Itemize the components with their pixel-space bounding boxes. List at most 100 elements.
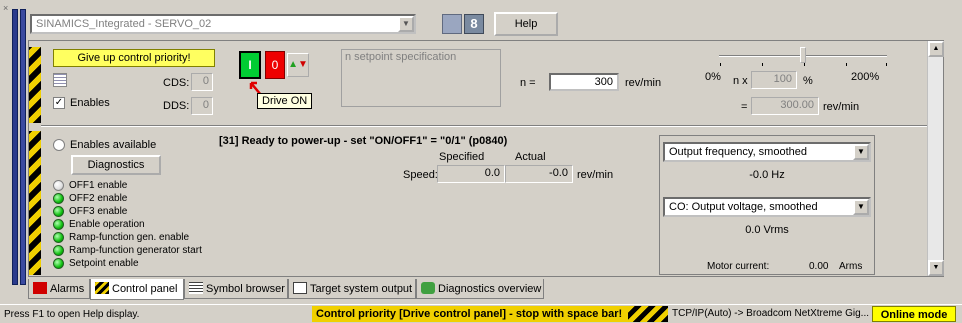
scroll-up-icon[interactable]: ▲ [928,41,944,57]
slider-max-label: 200% [851,71,880,83]
speed-unit: rev/min [577,169,614,181]
control-panel-icon [95,282,109,294]
chevron-down-icon[interactable]: ▼ [853,199,869,215]
enables-available-radio[interactable] [53,139,65,151]
tab-alarms[interactable]: Alarms [28,279,90,299]
enables-label: Enables [70,97,110,109]
slider-tick [846,63,847,66]
motor-current-value: 0.00 [809,261,829,272]
target-output-icon [293,282,307,294]
monitor-select-1[interactable]: Output frequency, smoothed ▼ [663,142,871,162]
led-icon [53,258,64,269]
drive-control-window: × SINAMICS_Integrated - SERVO_02 ▼ 8 Hel… [0,0,962,304]
control-priority-banner: Control priority [Drive control panel] -… [312,306,668,322]
online-mode-badge: Online mode [872,306,956,322]
dds-label: DDS: [163,100,190,112]
speed-slider-thumb[interactable] [800,47,806,63]
chevron-down-icon[interactable]: ▼ [398,16,414,32]
slider-tick [804,63,805,66]
nx-field: 100 [751,71,797,89]
scroll-down-icon[interactable]: ▼ [928,260,944,276]
led-icon [53,232,64,243]
close-icon[interactable]: × [3,3,8,13]
monitor-select-2-value: CO: Output voltage, smoothed [669,201,818,213]
led-icon [53,206,64,217]
enable-item-label: OFF1 enable [69,180,128,191]
equals-label: = [741,101,748,113]
monitor-select-1-value: Output frequency, smoothed [669,146,807,158]
chevron-down-icon[interactable]: ▼ [853,144,869,160]
tab-label: Control panel [112,283,178,295]
device-select[interactable]: SINAMICS_Integrated - SERVO_02 ▼ [30,14,416,34]
led-icon [53,219,64,230]
cds-field: 0 [191,73,213,91]
device-select-value: SINAMICS_Integrated - SERVO_02 [36,18,212,30]
rpm-unit: rev/min [823,101,860,113]
monitor-value-2: 0.0 Vrms [745,224,789,236]
tab-control-panel[interactable]: Control panel [90,279,184,300]
enable-item-label: OFF3 enable [69,206,128,217]
drive-status-line: [31] Ready to power-up - set "ON/OFF1" =… [219,135,508,147]
rpm-field: 300.00 [751,97,819,115]
connection-status: TCP/IP(Auto) -> Broadcom NetXtreme Gig..… [672,308,870,319]
motor-current-unit: Arms [839,261,863,272]
cds-label: CDS: [163,77,190,89]
window-side-bar-inner [20,9,26,285]
tab-label: Diagnostics overview [438,283,542,295]
tab-diagnostics-overview[interactable]: Diagnostics overview [416,279,544,299]
drive-on-tooltip: Drive ON [257,93,313,109]
status-help-text: Press F1 to open Help display. [4,309,140,320]
jog-down-icon: ▼ [298,59,308,70]
led-icon [53,193,64,204]
setpoint-spec-box: n setpoint specification [341,49,501,107]
enable-item-label: Ramp-function generator start [69,245,202,256]
vertical-scrollbar[interactable]: ▲ ▼ [927,41,944,276]
jog-up-icon: ▲ [288,59,298,70]
jog-button[interactable]: ▲▼ [287,53,309,77]
hazard-stripe-bottom [29,131,41,275]
enable-item-label: Enable operation [69,219,145,230]
drive-on-button[interactable]: I [239,51,261,79]
percent-unit: % [803,75,813,87]
hazard-stripe-top [29,47,41,123]
n-unit: rev/min [625,77,662,89]
divider [41,125,943,127]
monitor-value-1: -0.0 Hz [749,169,785,181]
parameter-icon[interactable]: 8 [464,14,484,34]
specified-header: Specified [439,151,485,163]
enables-available-label: Enables available [70,139,157,151]
grid-icon[interactable] [53,73,67,87]
monitor-icon[interactable] [442,14,462,34]
nx-label: n x [733,75,748,87]
dds-field: 0 [191,97,213,115]
help-button[interactable]: Help [494,12,558,36]
window-side-bar [12,9,18,285]
enable-item-label: Setpoint enable [69,258,139,269]
give-up-control-button[interactable]: Give up control priority! [53,49,215,67]
speed-label: Speed: [403,169,438,181]
enable-item-label: Ramp-function gen. enable [69,232,190,243]
slider-min-label: 0% [705,71,721,83]
enable-item-label: OFF2 enable [69,193,128,204]
symbol-browser-icon [189,282,203,294]
control-panel: Give up control priority! CDS: 0 ✓ Enabl… [28,40,944,277]
tab-target-system-output[interactable]: Target system output [288,279,416,299]
tab-label: Alarms [50,283,85,295]
diagnostics-button[interactable]: Diagnostics [71,155,161,175]
n-setpoint-input[interactable]: 300 [549,73,619,91]
actual-header: Actual [515,151,546,163]
status-bar: Press F1 to open Help display. Control p… [0,304,962,323]
monitor-select-2[interactable]: CO: Output voltage, smoothed ▼ [663,197,871,217]
led-icon [53,180,64,191]
speed-actual-field: -0.0 [505,165,573,183]
slider-tick [886,63,887,66]
motor-current-label: Motor current: [707,261,770,272]
diagnostics-icon [421,282,435,294]
tab-symbol-browser[interactable]: Symbol browser [184,279,288,299]
enables-checkbox[interactable]: ✓ [53,97,65,109]
speed-specified-field: 0.0 [437,165,505,183]
slider-tick [762,63,763,66]
tab-label: Target system output [310,283,413,295]
drive-off-button[interactable]: 0 [265,51,285,79]
slider-tick [720,63,721,66]
